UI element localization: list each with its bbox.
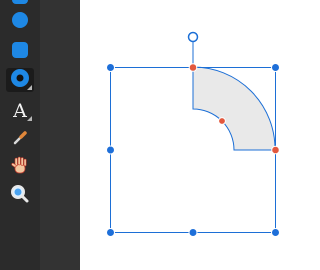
hand-icon — [10, 155, 30, 179]
rounded-square-icon — [11, 41, 29, 63]
shape-tool[interactable] — [6, 68, 34, 92]
text-icon: A — [13, 99, 27, 122]
resize-handle-top-right[interactable] — [271, 63, 280, 72]
rounded-rectangle-tool[interactable] — [6, 40, 34, 64]
eyedropper-icon — [11, 128, 29, 150]
rotation-handle[interactable] — [187, 31, 199, 43]
rectangle-tool[interactable] — [6, 0, 34, 10]
tool-palette: A — [0, 0, 40, 270]
resize-handle-bottom-right[interactable] — [271, 228, 280, 237]
resize-handle-bottom-middle[interactable] — [188, 228, 198, 237]
rounded-square-icon — [11, 0, 29, 9]
quarter-ring-shape[interactable] — [192, 66, 276, 151]
shape-control-handle-inner-radius[interactable] — [218, 117, 226, 125]
color-picker-tool[interactable] — [6, 127, 34, 151]
zoom-tool[interactable] — [6, 184, 34, 208]
canvas-layer — [106, 31, 280, 237]
pan-tool[interactable] — [6, 155, 34, 179]
resize-handle-bottom-left[interactable] — [106, 228, 115, 237]
resize-handle-top-left[interactable] — [106, 63, 115, 72]
circle-icon — [11, 11, 29, 33]
magnifier-icon — [10, 184, 30, 208]
ellipse-tool[interactable] — [6, 10, 34, 34]
text-tool[interactable]: A — [6, 99, 34, 123]
palette-gutter — [40, 0, 80, 270]
shape-control-handle-top[interactable] — [188, 63, 198, 72]
shape-control-handle-right[interactable] — [271, 145, 280, 155]
submenu-indicator — [27, 85, 32, 90]
resize-handle-middle-left[interactable] — [106, 145, 115, 155]
drawing-canvas[interactable] — [80, 0, 314, 270]
submenu-indicator — [27, 116, 32, 121]
